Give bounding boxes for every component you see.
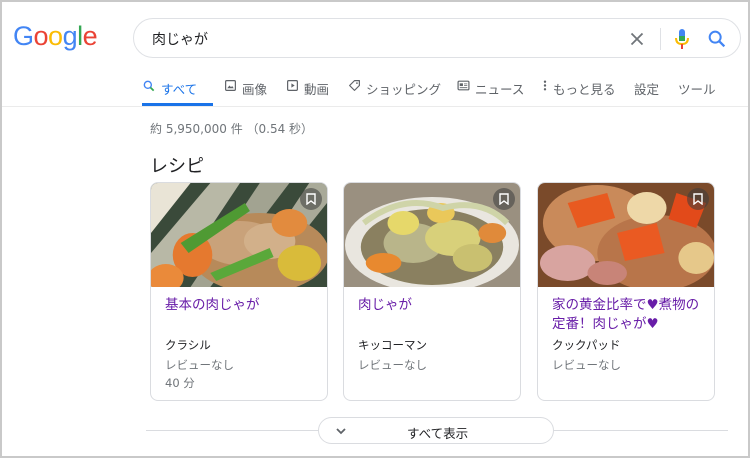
recipe-card[interactable]: 家の黄金比率で♥煮物の定番！肉じゃが♥ クックパッド レビューなし (537, 182, 715, 401)
tab-label: 画像 (242, 82, 268, 97)
logo-letter: o (48, 21, 63, 51)
google-logo[interactable]: Google (13, 21, 98, 52)
tab-tools[interactable]: ツール (678, 72, 716, 106)
recipe-reviews: レビューなし (552, 358, 621, 372)
tab-settings[interactable]: 設定 (634, 72, 659, 106)
recipe-card[interactable]: 肉じゃが キッコーマン レビューなし (343, 182, 521, 401)
tab-images[interactable]: 画像 (224, 72, 267, 106)
chevron-down-icon (336, 428, 346, 435)
recipe-title[interactable]: 基本の肉じゃが (165, 296, 320, 315)
search-input[interactable]: 肉じゃが (152, 29, 208, 49)
bookmark-icon (499, 193, 509, 205)
show-all-button[interactable]: すべて表示 (318, 417, 554, 444)
bookmark-button[interactable] (687, 188, 709, 210)
recipe-title[interactable]: 肉じゃが (358, 296, 513, 315)
microphone-icon[interactable] (672, 27, 692, 51)
more-vert-icon (543, 80, 547, 91)
recipe-time: 40 分 (165, 376, 195, 390)
close-icon[interactable] (626, 28, 648, 50)
tab-label: もっと見る (553, 82, 616, 97)
recipe-reviews: レビューなし (165, 358, 234, 372)
divider (660, 28, 661, 50)
recipe-source: クラシル (165, 338, 211, 352)
tab-more[interactable]: もっと見る (542, 72, 616, 106)
tab-all[interactable]: すべて (142, 72, 213, 106)
logo-letter: G (13, 21, 34, 51)
recipe-source: クックパッド (552, 338, 621, 352)
tab-label: ツール (678, 82, 716, 97)
recipe-card[interactable]: 基本の肉じゃが クラシル レビューなし 40 分 (150, 182, 328, 401)
result-stats: 約 5,950,000 件 （0.54 秒） (150, 122, 314, 136)
search-icon[interactable] (706, 28, 728, 50)
search-icon (143, 80, 155, 92)
tab-label: ショッピング (366, 82, 442, 97)
logo-letter: o (33, 21, 49, 51)
recipes-heading: レシピ (150, 156, 204, 177)
recipe-title[interactable]: 家の黄金比率で♥煮物の定番！肉じゃが♥ (552, 296, 707, 334)
tag-icon (349, 80, 360, 91)
search-box[interactable]: 肉じゃが (133, 18, 741, 58)
recipe-reviews: レビューなし (358, 358, 427, 372)
news-icon (457, 80, 470, 91)
video-icon (287, 80, 298, 91)
bookmark-button[interactable] (300, 188, 322, 210)
logo-letter: e (82, 21, 98, 51)
tab-label: 動画 (304, 82, 330, 97)
tab-news[interactable]: ニュース (457, 72, 524, 106)
tab-videos[interactable]: 動画 (286, 72, 329, 106)
header-divider (0, 106, 750, 107)
tab-shopping[interactable]: ショッピング (348, 72, 441, 106)
logo-letter: g (62, 21, 78, 51)
recipe-source: キッコーマン (358, 338, 427, 352)
tab-label: すべて (161, 82, 198, 97)
show-all-label: すべて表示 (407, 426, 469, 441)
tab-label: 設定 (634, 82, 660, 97)
image-icon (225, 80, 236, 91)
bookmark-button[interactable] (493, 188, 515, 210)
bookmark-icon (693, 193, 703, 205)
tab-label: ニュース (475, 82, 525, 97)
bookmark-icon (306, 193, 316, 205)
